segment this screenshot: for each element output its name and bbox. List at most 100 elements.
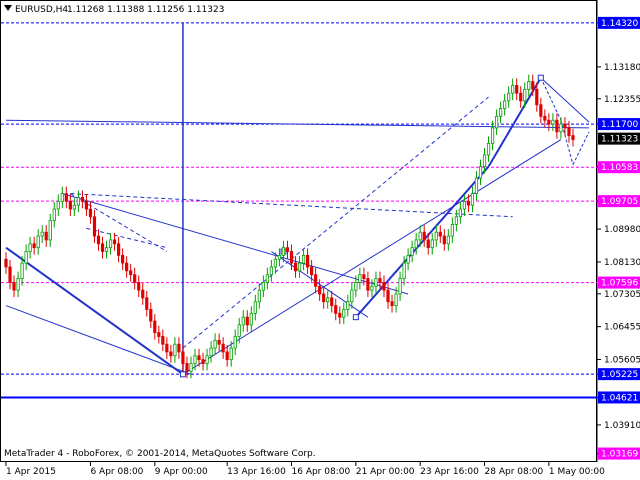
candle-body [450, 224, 454, 237]
candle-body [181, 351, 185, 364]
candle-body [567, 127, 571, 137]
candle-body [535, 88, 539, 106]
candle-body [237, 324, 241, 337]
candle-body [322, 293, 326, 303]
price-chart[interactable]: EURUSD,H4 1.11268 1.11388 1.11256 1.1132… [0, 0, 640, 480]
x-tick-label: 28 Apr 08:00 [485, 467, 544, 477]
candle-body [28, 243, 32, 252]
x-tick-label: 16 Apr 08:00 [292, 467, 351, 477]
candle-body [446, 235, 450, 245]
candle-body [92, 216, 97, 237]
candle-body [40, 231, 44, 237]
pivot-marker [537, 74, 544, 81]
y-tick-label: 1.06455 [604, 323, 640, 333]
level-label: 1.11323 [601, 135, 638, 145]
candle-body [539, 104, 543, 117]
candle-body [76, 197, 80, 206]
level-label: 1.09705 [601, 197, 638, 207]
candle-body [241, 316, 245, 326]
x-tick-label: 6 Apr 08:00 [90, 467, 143, 477]
candle-body [185, 363, 189, 372]
candle-body [249, 312, 253, 326]
candle-body [96, 235, 101, 245]
level-label: 1.03169 [601, 450, 638, 460]
candle-body [507, 92, 511, 102]
candle-body [555, 119, 559, 133]
y-tick-label: 1.05605 [604, 355, 640, 365]
candle-body [80, 197, 85, 202]
candle-body [478, 166, 483, 179]
candle-body [189, 363, 193, 372]
candle-body [346, 301, 350, 310]
candle-body [394, 293, 398, 306]
candle-body [141, 289, 145, 299]
candle-body [44, 231, 48, 241]
y-tick-label: 1.08130 [604, 258, 640, 268]
candle-body [293, 262, 298, 272]
candle-body [100, 243, 105, 252]
candle-body [277, 254, 282, 260]
candle-body [157, 332, 161, 337]
candle-body [490, 127, 495, 144]
candle-body [68, 200, 72, 210]
candle-body [531, 81, 535, 90]
candle-body [519, 92, 523, 102]
candle-body [104, 247, 109, 252]
candle-body [559, 123, 563, 133]
candle-body [145, 297, 149, 310]
candle-body [285, 247, 290, 252]
candle-body [193, 355, 197, 364]
candle-body [499, 108, 503, 117]
candle-body [16, 278, 20, 291]
candle-body [486, 142, 491, 156]
candle-body [177, 343, 181, 353]
candle-body [305, 254, 310, 268]
level-label: 1.10583 [601, 163, 638, 173]
candle-body [418, 231, 422, 241]
level-label: 1.11700 [601, 120, 638, 130]
x-tick-label: 21 Apr 00:00 [356, 467, 415, 477]
candle-body [112, 239, 117, 245]
candle-body [390, 301, 394, 306]
candle-body [503, 100, 507, 110]
candle-body [225, 351, 229, 361]
x-tick-label: 23 Apr 16:00 [420, 467, 479, 477]
candle-body [398, 278, 402, 295]
candle-body [221, 343, 225, 353]
candle-body [386, 289, 390, 303]
candle-body [374, 278, 378, 287]
candle-body [129, 270, 133, 276]
candle-body [125, 262, 129, 272]
candle-body [121, 254, 125, 264]
chart-header: EURUSD,H4 1.11268 1.11388 1.11256 1.1132… [4, 5, 224, 15]
candle-body [32, 243, 36, 249]
candle-body [197, 355, 201, 361]
candle-body [289, 251, 294, 264]
candle-body [297, 262, 302, 272]
candle-body [366, 278, 370, 291]
candle-body [165, 343, 169, 353]
candle-body [547, 119, 551, 125]
candle-body [430, 239, 434, 249]
candle-body [117, 243, 121, 256]
candle-body [24, 251, 28, 264]
candle-body [153, 320, 157, 334]
candle-body [213, 339, 217, 349]
x-tick-label: 1 Apr 2015 [6, 467, 56, 477]
candle-body [257, 289, 261, 303]
y-tick-label: 1.03910 [604, 421, 640, 431]
candle-body [326, 297, 330, 303]
candle-body [342, 309, 346, 318]
candle-body [543, 115, 547, 121]
candle-body [571, 135, 575, 140]
candle-body [511, 85, 515, 94]
candle-body [515, 85, 519, 94]
candle-body [410, 247, 414, 256]
candle-body [201, 359, 205, 364]
candle-body [494, 115, 499, 129]
candle-body [458, 208, 462, 218]
x-tick-label: 13 Apr 16:00 [227, 467, 286, 477]
candle-body [358, 274, 362, 283]
candle-body [161, 336, 165, 345]
candle-body [434, 231, 438, 241]
